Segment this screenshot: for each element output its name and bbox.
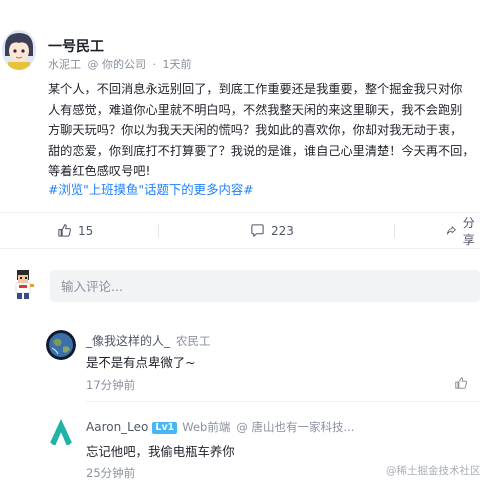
author-meta: 水泥工 @ 你的公司 · 1天前 [48, 56, 195, 72]
thumbs-up-icon [58, 224, 71, 237]
commenter-job: Web前端 [182, 420, 231, 434]
post-text-line: 方聊天玩吗？你以为我天天闲的慌吗？我如此的喜欢你，你却对我无动于衷， [48, 123, 463, 137]
level-badge: Lv1 [152, 422, 178, 434]
author-name[interactable]: 一号民工 [48, 36, 104, 56]
action-divider [394, 224, 395, 238]
post-text-line: 甜的恋爱，你到底打不打算要了？我说的是谁，谁自己心里清楚！今天再不回， [48, 143, 475, 158]
post-text-line: 某个人，不回消息永远别回了，到底工作重要还是我重要，整个掘金我只对你 [48, 82, 463, 96]
comment-count: 223 [271, 223, 294, 238]
author-company: @ 你的公司 [87, 58, 147, 71]
comment-item: _像我这样的人_ 农民工 是不是有点卑微了~ 17分钟前 [0, 322, 480, 394]
share-label: 分享 [462, 215, 475, 247]
commenter-name[interactable]: Aaron_Leo [86, 420, 148, 434]
commenter-company: @ 唐山也有一家科技... [236, 420, 355, 434]
earth-avatar-icon [46, 330, 76, 360]
author-avatar[interactable] [2, 30, 36, 70]
anime-avatar-icon [2, 30, 36, 70]
post-time: 1天前 [162, 58, 192, 71]
action-bar: 15 223 分享 [0, 212, 480, 249]
commenter-avatar[interactable] [46, 417, 76, 447]
letter-a-logo-icon [46, 417, 76, 447]
current-user-avatar [8, 268, 38, 302]
comment-bubble-icon [251, 224, 264, 237]
comment-time: 17分钟前 [86, 378, 136, 392]
post-header: 一号民工 水泥工 @ 你的公司 · 1天前 [0, 0, 480, 80]
comment-text: 是不是有点卑微了~ [86, 355, 196, 370]
author-title: 水泥工 [48, 58, 81, 71]
comment-text: 忘记他吧，我偷电瓶车养你 [86, 444, 235, 459]
thumbs-up-icon [455, 377, 468, 389]
commenter-avatar[interactable] [46, 330, 76, 360]
commenter-name-row: _像我这样的人_ 农民工 [86, 332, 211, 349]
meta-separator: · [152, 58, 157, 71]
post-text-line: 人有感觉，难道你心里就不明白吗，不然我整天闲的来这里聊天，我不会跑别 [48, 102, 463, 117]
comment-button[interactable]: 223 [250, 213, 294, 248]
comment-input[interactable] [50, 270, 480, 302]
commenter-name[interactable]: _像我这样的人_ [86, 334, 170, 348]
share-icon [446, 226, 456, 235]
post-content: 某个人，不回消息永远别回了，到底工作重要还是我重要，整个掘金我只对你 人有感觉，… [48, 79, 480, 182]
pixel-character-icon [15, 270, 34, 299]
watermark: @稀土掘金技术社区 [386, 465, 480, 477]
comment-divider [86, 401, 480, 402]
commenter-tag: 农民工 [176, 334, 211, 348]
share-button[interactable]: 分享 [446, 213, 480, 248]
action-divider [158, 224, 159, 238]
commenter-name-row: Aaron_Leo Lv1 Web前端 @ 唐山也有一家科技... [86, 419, 354, 435]
comment-like-button[interactable] [454, 375, 468, 394]
post-text-line: 等着红色感叹号吧! [48, 164, 151, 178]
comment-composer [0, 262, 480, 310]
comment-time: 25分钟前 [86, 466, 136, 480]
like-button[interactable]: 15 [57, 213, 93, 248]
like-count: 15 [78, 223, 94, 238]
topic-link[interactable]: #浏览"上班摸鱼"话题下的更多内容# [48, 180, 254, 198]
